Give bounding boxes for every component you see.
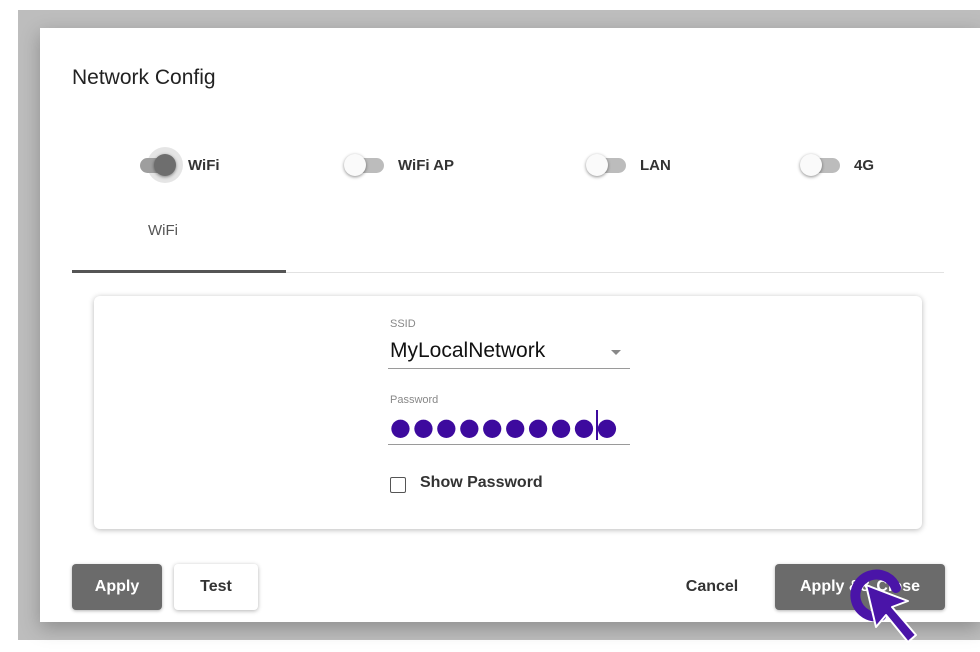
- tab-active-indicator: [72, 270, 286, 273]
- lan-switch[interactable]: [586, 150, 630, 180]
- dialog-title: Network Config: [72, 66, 216, 89]
- wifi-ap-switch[interactable]: [344, 150, 388, 180]
- apply-button[interactable]: Apply: [72, 564, 162, 610]
- toggle-4g-label: 4G: [854, 156, 875, 174]
- network-config-dialog: Network Config WiFi WiFi AP LAN 4G WiFi …: [40, 28, 980, 622]
- toggle-wifi-label: WiFi: [188, 156, 220, 174]
- text-caret: [596, 410, 598, 440]
- wifi-settings-card: SSID MyLocalNetwork Password ●●●●●●●●●● …: [94, 296, 922, 529]
- password-label: Password: [390, 394, 439, 406]
- wifi-switch[interactable]: [134, 147, 183, 183]
- ssid-underline: [388, 368, 630, 369]
- cancel-button[interactable]: Cancel: [670, 564, 754, 610]
- toggle-lan[interactable]: LAN: [586, 150, 671, 180]
- test-button[interactable]: Test: [174, 564, 258, 610]
- password-field[interactable]: ●●●●●●●●●●: [390, 412, 619, 442]
- toggle-wifi-ap[interactable]: WiFi AP: [344, 150, 454, 180]
- ssid-select[interactable]: MyLocalNetwork: [390, 339, 545, 363]
- toggle-wifi[interactable]: WiFi: [134, 147, 220, 183]
- toggle-4g[interactable]: 4G: [800, 150, 874, 180]
- tab-wifi[interactable]: WiFi: [40, 222, 286, 239]
- show-password-label[interactable]: Show Password: [420, 474, 543, 492]
- password-underline: [388, 444, 630, 445]
- ssid-label: SSID: [390, 318, 416, 330]
- toggle-lan-label: LAN: [640, 156, 671, 174]
- 4g-switch[interactable]: [800, 150, 844, 180]
- toggle-wifi-ap-label: WiFi AP: [398, 156, 454, 174]
- dropdown-arrow-icon[interactable]: [611, 350, 621, 355]
- show-password-checkbox[interactable]: [390, 477, 406, 493]
- pointer-cursor-icon: [850, 569, 917, 643]
